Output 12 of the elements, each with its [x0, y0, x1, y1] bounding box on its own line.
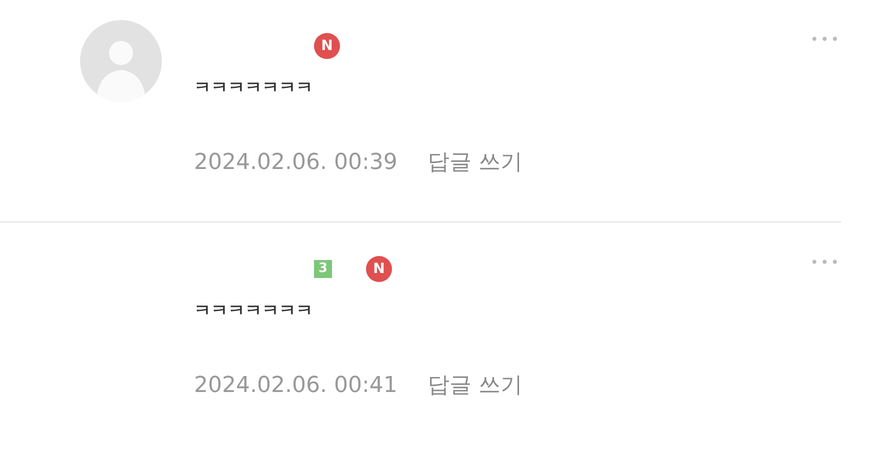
comment-date: 2024.02.06. 00:41 [194, 372, 398, 400]
comment-date: 2024.02.06. 00:39 [194, 148, 398, 176]
more-button[interactable]: ••• [810, 253, 841, 274]
reply-link[interactable]: 답글 쓰기 [427, 146, 522, 178]
new-badge: N [314, 33, 340, 59]
more-button[interactable]: ••• [810, 30, 841, 51]
reply-link[interactable]: 답글 쓰기 [427, 368, 522, 402]
comment-text: ㅋㅋㅋㅋㅋㅋㅋ [194, 300, 314, 323]
level-badge: 3 [314, 260, 332, 278]
avatar-icon[interactable] [80, 20, 162, 102]
comment-text: ㅋㅋㅋㅋㅋㅋㅋ [194, 77, 314, 100]
new-badge: N [366, 256, 392, 282]
